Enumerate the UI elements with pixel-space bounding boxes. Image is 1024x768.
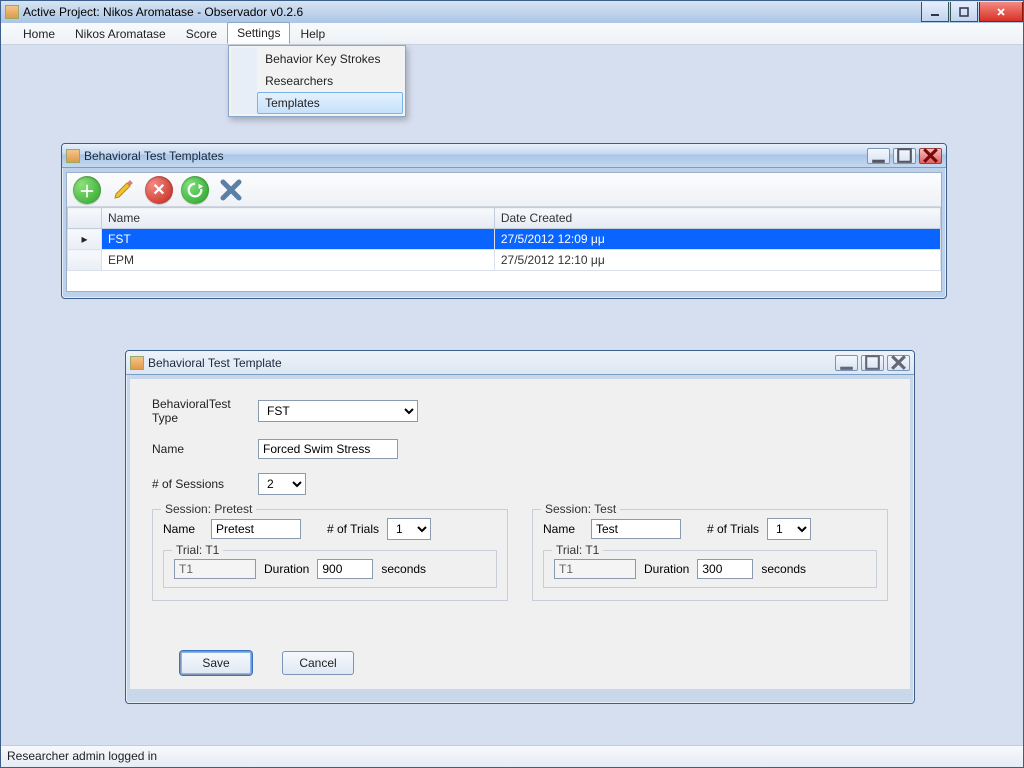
menubar: Home Nikos Aromatase Score Settings Beha… — [1, 23, 1023, 45]
menu-settings-label: Settings — [237, 26, 280, 40]
templates-list-window: Behavioral Test Templates ＋ ✕ — [61, 143, 947, 299]
refresh-icon[interactable] — [181, 176, 209, 204]
name-input[interactable] — [258, 439, 398, 459]
col-date[interactable]: Date Created — [494, 208, 940, 229]
template-form-body: BehavioralTest Type FST Name # of Sessio… — [130, 379, 910, 689]
label-session2-name: Name — [543, 522, 583, 536]
templates-toolbar: ＋ ✕ — [67, 173, 941, 207]
main-window: Active Project: Nikos Aromatase - Observ… — [0, 0, 1024, 768]
menu-project[interactable]: Nikos Aromatase — [65, 23, 176, 44]
maximize-button[interactable] — [950, 2, 978, 22]
client-area: Behavioral Test Templates ＋ ✕ — [1, 45, 1023, 745]
session2-trial-group: Trial: T1 Duration seconds — [543, 550, 877, 588]
label-sessions: # of Sessions — [152, 477, 248, 491]
form-maximize-button[interactable] — [861, 355, 884, 371]
titlebar: Active Project: Nikos Aromatase - Observ… — [1, 1, 1023, 23]
cancel-icon[interactable] — [217, 176, 245, 204]
label-seconds1: seconds — [381, 562, 426, 576]
delete-icon[interactable]: ✕ — [145, 176, 173, 204]
session1-trial-group: Trial: T1 Duration seconds — [163, 550, 497, 588]
session2-trials-select[interactable]: 1 — [767, 518, 811, 540]
testtype-select[interactable]: FST — [258, 400, 418, 422]
cell-date: 27/5/2012 12:10 μμ — [494, 250, 940, 271]
label-session1-trials: # of Trials — [327, 522, 379, 536]
template-form-title: Behavioral Test Template — [148, 356, 282, 370]
settings-researchers[interactable]: Researchers — [257, 70, 403, 92]
form-icon — [130, 356, 144, 370]
menu-score[interactable]: Score — [176, 23, 227, 44]
label-session1-name: Name — [163, 522, 203, 536]
close-button[interactable] — [979, 2, 1023, 22]
template-form-titlebar[interactable]: Behavioral Test Template — [126, 351, 914, 375]
templates-grid[interactable]: Name Date Created ▸ FST 27/5/2012 12:09 … — [67, 207, 941, 271]
edit-icon[interactable] — [109, 176, 137, 204]
session1-trial-title: Trial: T1 — [172, 543, 223, 557]
label-testtype: BehavioralTest Type — [152, 397, 248, 425]
settings-dropdown: Behavior Key Strokes Researchers Templat… — [228, 45, 406, 117]
label-duration2: Duration — [644, 562, 689, 576]
session2-duration-input[interactable] — [697, 559, 753, 579]
templates-close-button[interactable] — [919, 148, 942, 164]
session2-trial-title: Trial: T1 — [552, 543, 603, 557]
sessions-select[interactable]: 2 — [258, 473, 306, 495]
label-duration1: Duration — [264, 562, 309, 576]
templates-minimize-button[interactable] — [867, 148, 890, 164]
templates-maximize-button[interactable] — [893, 148, 916, 164]
templates-list-title: Behavioral Test Templates — [84, 149, 224, 163]
session2-trial-name — [554, 559, 636, 579]
settings-keystrokes[interactable]: Behavior Key Strokes — [257, 48, 403, 70]
label-name: Name — [152, 442, 248, 456]
session1-name-input[interactable] — [211, 519, 301, 539]
session1-duration-input[interactable] — [317, 559, 373, 579]
cell-name: FST — [102, 229, 495, 250]
session1-title: Session: Pretest — [161, 502, 256, 516]
table-row[interactable]: EPM 27/5/2012 12:10 μμ — [68, 250, 941, 271]
session-test-group: Session: Test Name # of Trials 1 Trial: … — [532, 509, 888, 601]
template-form-window: Behavioral Test Template BehavioralTest … — [125, 350, 915, 704]
session2-name-input[interactable] — [591, 519, 681, 539]
minimize-button[interactable] — [921, 2, 949, 22]
statusbar: Researcher admin logged in — [1, 745, 1023, 767]
save-button[interactable]: Save — [180, 651, 252, 675]
add-icon[interactable]: ＋ — [73, 176, 101, 204]
status-text: Researcher admin logged in — [7, 749, 157, 763]
form-minimize-button[interactable] — [835, 355, 858, 371]
cell-date: 27/5/2012 12:09 μμ — [494, 229, 940, 250]
table-row[interactable]: ▸ FST 27/5/2012 12:09 μμ — [68, 229, 941, 250]
session1-trials-select[interactable]: 1 — [387, 518, 431, 540]
session1-trial-name — [174, 559, 256, 579]
session2-title: Session: Test — [541, 502, 620, 516]
templates-list-titlebar[interactable]: Behavioral Test Templates — [62, 144, 946, 168]
form-icon — [66, 149, 80, 163]
cell-name: EPM — [102, 250, 495, 271]
app-icon — [5, 5, 19, 19]
col-name[interactable]: Name — [102, 208, 495, 229]
settings-templates[interactable]: Templates — [257, 92, 403, 114]
cancel-button[interactable]: Cancel — [282, 651, 354, 675]
menu-settings[interactable]: Settings Behavior Key Strokes Researcher… — [227, 22, 290, 44]
menu-help[interactable]: Help — [290, 23, 335, 44]
label-seconds2: seconds — [761, 562, 806, 576]
window-title: Active Project: Nikos Aromatase - Observ… — [23, 5, 303, 19]
session-pretest-group: Session: Pretest Name # of Trials 1 Tria… — [152, 509, 508, 601]
row-indicator-icon: ▸ — [68, 229, 102, 250]
form-close-button[interactable] — [887, 355, 910, 371]
label-session2-trials: # of Trials — [707, 522, 759, 536]
row-indicator-icon — [68, 250, 102, 271]
row-header-blank — [68, 208, 102, 229]
menu-home[interactable]: Home — [13, 23, 65, 44]
window-controls — [920, 2, 1023, 22]
